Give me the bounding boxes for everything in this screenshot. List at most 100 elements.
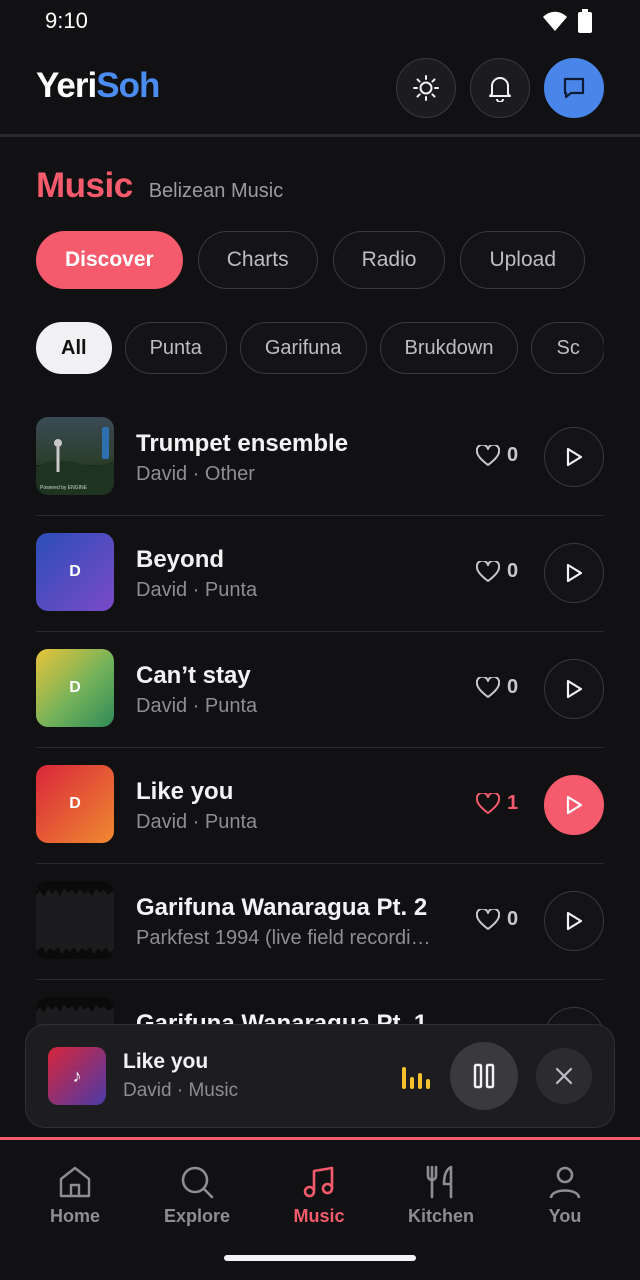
search-icon xyxy=(181,1166,214,1199)
app-logo[interactable]: YeriSoh xyxy=(36,66,160,106)
track-subtitle: David · Punta xyxy=(136,579,258,601)
wifi-icon xyxy=(543,11,567,31)
play-button[interactable] xyxy=(544,659,604,719)
play-button[interactable] xyxy=(544,543,604,603)
chip-brukdown[interactable]: Brukdown xyxy=(379,322,519,374)
track-row[interactable]: Garifuna Wanaragua Pt. 2 Parkfest 1994 (… xyxy=(36,864,604,980)
track-subtitle: David · Other xyxy=(136,463,255,485)
like-count: 1 xyxy=(507,792,519,814)
play-button[interactable] xyxy=(544,775,604,835)
tab-discover[interactable]: Discover xyxy=(36,231,183,289)
player-title: Like you xyxy=(123,1050,209,1073)
cover-photo-art xyxy=(36,427,114,495)
play-button[interactable] xyxy=(544,1007,604,1025)
status-time: 9:10 xyxy=(45,8,88,33)
track-cover: D xyxy=(36,649,114,727)
section-title: Music xyxy=(36,166,133,205)
music-note-icon xyxy=(303,1166,334,1198)
mini-player[interactable]: ♪ Like you David · Music xyxy=(25,1024,615,1128)
heart-icon xyxy=(476,444,500,466)
track-subtitle: David · Punta xyxy=(136,695,258,717)
play-button[interactable] xyxy=(544,427,604,487)
track-row[interactable]: Garifuna Wanaragua Pt. 1 xyxy=(36,980,604,1025)
nav-label: Music xyxy=(293,1206,345,1226)
nav-label: Explore xyxy=(163,1206,231,1226)
like-count: 0 xyxy=(507,908,519,930)
messages-button[interactable] xyxy=(544,58,604,118)
track-title: Garifuna Wanaragua Pt. 1 xyxy=(136,1010,428,1025)
heart-icon xyxy=(476,792,500,814)
track-title: Beyond xyxy=(136,546,225,573)
waveform-art xyxy=(36,1004,114,1025)
nav-label: Kitchen xyxy=(407,1206,474,1226)
like-button[interactable]: 1 xyxy=(476,792,518,815)
like-count: 0 xyxy=(507,676,519,698)
play-icon xyxy=(566,795,583,815)
track-title: Trumpet ensemble xyxy=(136,430,349,457)
nav-explore[interactable]: Explore xyxy=(142,1164,252,1227)
heart-icon xyxy=(476,676,500,698)
track-subtitle: David · Punta xyxy=(136,811,258,833)
like-count: 0 xyxy=(507,444,519,466)
track-row[interactable]: Powered by ENGINE Trumpet ensemble David… xyxy=(36,400,604,516)
track-subtitle: Parkfest 1994 (live field recordi… xyxy=(136,927,431,949)
play-icon xyxy=(566,679,583,699)
play-icon xyxy=(566,447,583,467)
bell-icon xyxy=(489,77,511,102)
player-cover: ♪ xyxy=(48,1047,106,1105)
nav-you[interactable]: You xyxy=(510,1164,620,1227)
nav-label: You xyxy=(548,1206,582,1226)
like-button[interactable]: 0 xyxy=(476,560,518,583)
tab-upload[interactable]: Upload xyxy=(460,231,586,289)
tab-charts[interactable]: Charts xyxy=(197,231,318,289)
chip-punta[interactable]: Punta xyxy=(124,322,227,374)
waveform-art xyxy=(36,888,114,954)
track-cover-waveform xyxy=(36,997,114,1025)
track-title: Like you xyxy=(136,778,234,805)
play-icon xyxy=(566,911,583,931)
close-icon xyxy=(555,1067,573,1085)
pause-button[interactable] xyxy=(450,1042,518,1110)
pause-icon xyxy=(473,1063,495,1089)
sun-icon xyxy=(413,75,439,101)
chip-garifuna[interactable]: Garifuna xyxy=(239,322,367,374)
app-screen: 9:10 YeriSoh Music Belizean Music Discov… xyxy=(0,0,640,1280)
nav-label: Home xyxy=(49,1206,100,1226)
logo-part2: Soh xyxy=(96,66,160,105)
tab-radio[interactable]: Radio xyxy=(332,231,446,289)
section-subtitle: Belizean Music xyxy=(148,180,284,202)
status-bar: 9:10 xyxy=(0,0,640,44)
heart-icon xyxy=(476,908,500,930)
track-row[interactable]: D Can’t stay David · Punta 0 xyxy=(36,632,604,748)
music-tabs: Discover Charts Radio Upload xyxy=(36,231,604,291)
status-icons xyxy=(542,9,592,33)
track-cover-waveform xyxy=(36,881,114,959)
nav-home[interactable]: Home xyxy=(20,1164,130,1227)
home-icon xyxy=(59,1166,91,1198)
player-subtitle: David · Music xyxy=(123,1080,239,1101)
nav-music[interactable]: Music xyxy=(264,1164,374,1227)
nav-kitchen[interactable]: Kitchen xyxy=(386,1164,496,1227)
track-list: Powered by ENGINE Trumpet ensemble David… xyxy=(36,400,604,1025)
track-title: Garifuna Wanaragua Pt. 2 xyxy=(136,894,428,921)
like-button[interactable]: 0 xyxy=(476,444,518,467)
battery-icon xyxy=(578,9,592,33)
close-player-button[interactable] xyxy=(536,1048,592,1104)
like-button[interactable]: 0 xyxy=(476,908,518,931)
section-heading: Music Belizean Music xyxy=(36,166,283,206)
like-count: 0 xyxy=(507,560,519,582)
play-button[interactable] xyxy=(544,891,604,951)
chat-icon xyxy=(563,77,585,99)
header-divider xyxy=(0,134,640,137)
chip-partial[interactable]: Sc xyxy=(531,322,604,374)
notifications-button[interactable] xyxy=(470,58,530,118)
app-header: YeriSoh xyxy=(0,48,640,134)
track-row[interactable]: D Beyond David · Punta 0 xyxy=(36,516,604,632)
track-cover: D xyxy=(36,533,114,611)
user-icon xyxy=(549,1166,581,1199)
play-icon xyxy=(566,563,583,583)
chip-all[interactable]: All xyxy=(36,322,112,374)
theme-toggle-button[interactable] xyxy=(396,58,456,118)
like-button[interactable]: 0 xyxy=(476,676,518,699)
track-row-active[interactable]: D Like you David · Punta 1 xyxy=(36,748,604,864)
